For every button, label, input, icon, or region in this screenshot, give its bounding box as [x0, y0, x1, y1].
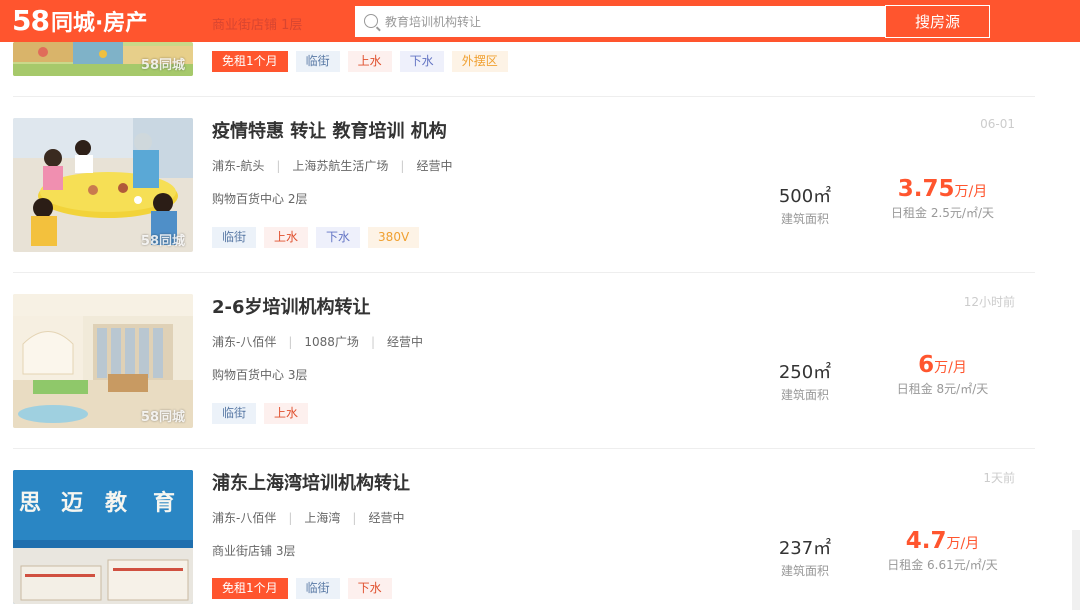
tag: 免租1个月 — [212, 578, 288, 599]
place-name: 1088广场 — [304, 335, 359, 349]
tag-list: 临街 上水 下水 380V — [212, 227, 420, 248]
listing-thumbnail[interactable]: 思迈教育 — [13, 470, 193, 604]
price-unit: 万/月 — [946, 536, 980, 552]
tag: 下水 — [347, 578, 392, 599]
price-block: 4.7万/月 日租金 6.61元/㎡/天 — [870, 528, 1015, 573]
svg-text:育: 育 — [153, 490, 175, 516]
tag: 上水 — [264, 227, 309, 248]
monthly-price: 4.7 — [905, 528, 947, 554]
brand-text: 同城·房产 — [50, 11, 148, 36]
tag: 下水 — [316, 227, 361, 248]
tag-list: 免租1个月 临街 上水 下水 外摆区 — [212, 51, 508, 72]
divider — [13, 272, 1035, 273]
post-date: 06-01 — [980, 117, 1015, 131]
listing-meta: 浦东-八佰伴 | 上海湾 | 经营中 — [212, 511, 405, 525]
floor-info: 商业街店铺 3层 — [212, 544, 296, 558]
listing-meta: 浦东-航头 | 上海苏航生活广场 | 经营中 — [212, 159, 453, 173]
listing-thumbnail[interactable]: 58同城 — [13, 42, 193, 76]
tag-list: 免租1个月 临街 下水 — [212, 578, 392, 599]
area-label: 建筑面积 — [780, 212, 829, 226]
area-label: 建筑面积 — [780, 564, 829, 578]
tag: 免租1个月 — [212, 51, 288, 72]
monthly-price: 6 — [918, 352, 935, 378]
listing-title[interactable]: 2-6岁培训机构转让 — [212, 293, 371, 319]
divider — [13, 448, 1035, 449]
watermark: 58同城 — [140, 234, 185, 249]
tag: 上水 — [347, 51, 392, 72]
price-unit: 万/月 — [934, 360, 967, 376]
post-date: 12小时前 — [963, 295, 1015, 309]
place-name: 上海湾 — [304, 511, 341, 525]
area-label: 建筑面积 — [780, 388, 829, 402]
divider — [13, 96, 1035, 97]
floor-info: 购物百货中心 2层 — [212, 192, 308, 206]
district: 浦东-航头 — [212, 159, 265, 173]
tag-list: 临街 上水 — [212, 403, 309, 424]
price-block: 3.75万/月 日租金 2.5元/㎡/天 — [870, 176, 1015, 221]
search-icon — [364, 14, 378, 28]
search-box — [354, 5, 886, 38]
daily-rent: 日租金 2.5元/㎡/天 — [891, 206, 994, 220]
monthly-price: 3.75 — [897, 176, 955, 202]
business-status: 经营中 — [386, 335, 423, 349]
daily-rent: 日租金 8元/㎡/天 — [896, 382, 989, 396]
price-unit: 万/月 — [954, 184, 988, 200]
listing-thumbnail[interactable]: 58同城 — [13, 118, 193, 252]
place-name: 上海苏航生活广场 — [292, 159, 389, 173]
tag: 380V — [368, 227, 420, 248]
district: 浦东-八佰伴 — [212, 335, 277, 349]
business-status: 经营中 — [416, 159, 453, 173]
business-status: 经营中 — [368, 511, 405, 525]
listing-meta: 浦东-八佰伴 | 1088广场 | 经营中 — [212, 335, 423, 349]
tag: 临街 — [295, 51, 340, 72]
tag: 临街 — [212, 403, 257, 424]
top-header: 58同城·房产 搜房源 — [0, 0, 1080, 42]
area-block: 237㎡ 建筑面积 — [760, 534, 850, 579]
floor-info: 购物百货中心 3层 — [212, 368, 308, 382]
area-value: 250㎡ — [778, 362, 832, 383]
tag: 临街 — [212, 227, 257, 248]
tag: 下水 — [399, 51, 444, 72]
svg-text:思: 思 — [19, 490, 41, 516]
search-input[interactable] — [385, 6, 875, 37]
brand-number: 58 — [12, 4, 50, 37]
post-date: 1天前 — [983, 471, 1015, 485]
listing-thumbnail[interactable]: 58同城 — [13, 294, 193, 428]
search-button[interactable]: 搜房源 — [885, 5, 990, 38]
daily-rent: 日租金 6.61元/㎡/天 — [887, 558, 998, 572]
storefront-photo: 思迈教育 — [13, 470, 193, 604]
tag: 临街 — [295, 578, 340, 599]
area-value: 237㎡ — [778, 538, 832, 559]
area-value: 500㎡ — [778, 186, 832, 207]
price-block: 6万/月 日租金 8元/㎡/天 — [870, 352, 1015, 397]
district: 浦东-八佰伴 — [212, 511, 277, 525]
watermark: 58同城 — [140, 58, 185, 73]
svg-text:教: 教 — [105, 490, 128, 516]
svg-text:迈: 迈 — [61, 490, 83, 516]
brand-logo[interactable]: 58同城·房产 — [12, 4, 147, 37]
listing-title[interactable]: 疫情特惠 转让 教育培训 机构 — [212, 117, 447, 143]
area-block: 500㎡ 建筑面积 — [760, 182, 850, 227]
watermark: 58同城 — [140, 410, 185, 425]
tag: 上水 — [264, 403, 309, 424]
tag: 外摆区 — [451, 51, 508, 72]
scrollbar-track[interactable] — [1072, 530, 1080, 610]
partial-floor-text: 商业街店铺 1层 — [212, 18, 303, 33]
area-block: 250㎡ 建筑面积 — [760, 358, 850, 403]
listing-title[interactable]: 浦东上海湾培训机构转让 — [212, 469, 410, 495]
